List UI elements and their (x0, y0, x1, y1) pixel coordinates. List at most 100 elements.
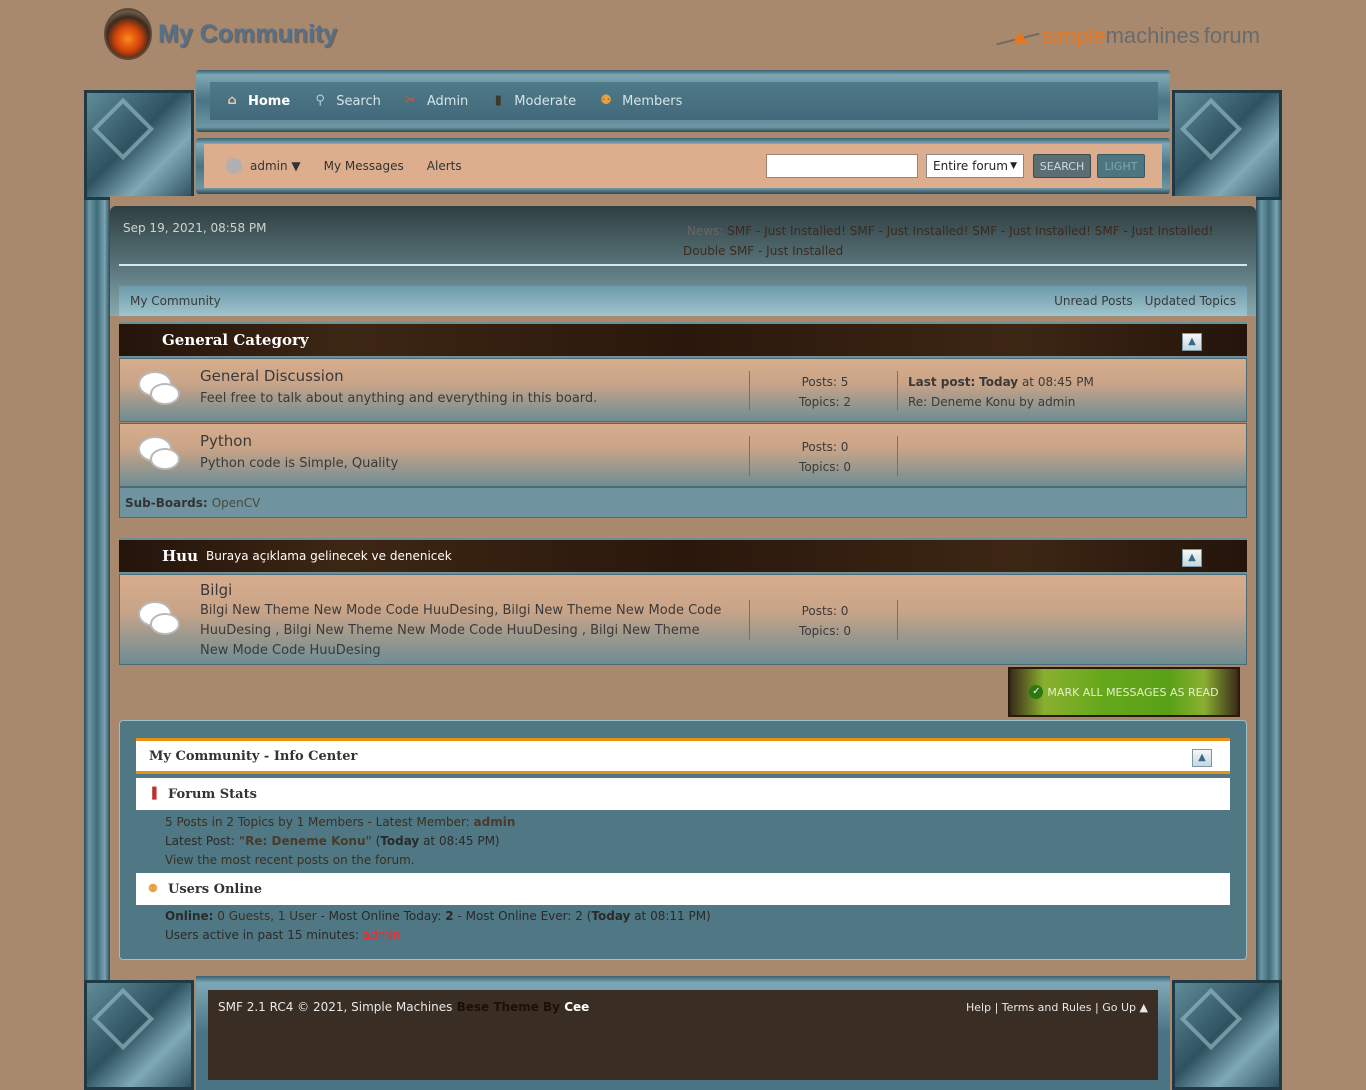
divider (749, 600, 750, 640)
latest-post-line: Latest Post: "Re: Deneme Konu" (Today at… (165, 834, 500, 848)
nav-moderate[interactable]: ▮ Moderate (490, 93, 576, 109)
smf-brand-machines: machines (1105, 23, 1200, 48)
go-up-link[interactable]: Go Up ▲ (1102, 1001, 1148, 1014)
smf-logo[interactable]: simple machines forum (996, 20, 1260, 52)
nav-admin[interactable]: ✂ Admin (403, 93, 468, 109)
smf-arrow-icon (996, 26, 1040, 46)
footer-copyright: SMF 2.1 RC4 © 2021, Simple Machines Bese… (218, 1000, 589, 1014)
forum-stats-title: Forum Stats (168, 786, 257, 802)
updated-topics-link[interactable]: Updated Topics (1145, 294, 1236, 308)
sub-board-link[interactable]: OpenCV (212, 496, 261, 510)
divider (897, 600, 898, 640)
frame-right (1256, 90, 1282, 1090)
board-row: General Discussion Feel free to talk abo… (119, 358, 1247, 422)
board-description: Bilgi New Theme New Mode Code HuuDesing,… (200, 603, 722, 658)
search-scope-select[interactable]: Entire forum ▼ (926, 154, 1024, 178)
board-name[interactable]: General Discussion (200, 367, 344, 385)
stats-summary: 5 Posts in 2 Topics by 1 Members - Lates… (165, 815, 474, 829)
theme-author[interactable]: Cee (564, 1000, 589, 1014)
board-topics: Topics: 0 (799, 624, 851, 638)
recent-posts-link[interactable]: View the most recent posts on the forum. (165, 853, 415, 867)
chevron-down-icon: ▼ (1010, 161, 1017, 171)
most-online-ever-time: at 08:11 PM) (630, 909, 711, 923)
board-topics: Topics: 2 (799, 395, 851, 409)
nav-search-label: Search (336, 93, 381, 109)
board-description: Feel free to talk about anything and eve… (200, 391, 598, 406)
user-menu[interactable]: admin ▼ (226, 158, 301, 174)
active-users-line: Users active in past 15 minutes: admin (165, 928, 400, 942)
users-online-header: ⚉ Users Online (136, 873, 1230, 905)
frame-corner-bottom-left (84, 980, 194, 1090)
breadcrumb-home[interactable]: My Community (130, 294, 221, 308)
sub-boards-label: Sub-Boards: (125, 496, 208, 510)
latest-post-link[interactable]: "Re: Deneme Konu" (239, 834, 372, 848)
my-messages-link[interactable]: My Messages (324, 159, 404, 173)
nav-members-label: Members (622, 93, 683, 109)
users-online-title: Users Online (168, 881, 262, 897)
lantern-icon (104, 8, 152, 60)
alerts-link[interactable]: Alerts (427, 159, 462, 173)
nav-home[interactable]: ⌂ Home (224, 93, 290, 109)
frame-corner-top-left (84, 90, 194, 200)
board-row: Python Python code is Simple, Quality Po… (119, 423, 1247, 487)
category-description: Buraya açıklama gelinecek ve denenicek (205, 549, 452, 563)
nav-search[interactable]: ⚲ Search (312, 93, 381, 109)
forum-title: My Community (158, 19, 338, 48)
board-icon (138, 371, 182, 409)
category-header-general: General Category (119, 322, 1247, 358)
username: admin ▼ (250, 159, 301, 173)
online-count-link[interactable]: 0 Guests, 1 User (213, 909, 316, 923)
divider (119, 264, 1247, 266)
search-icon: ⚲ (315, 93, 325, 108)
board-row: Bilgi Bilgi New Theme New Mode Code HuuD… (119, 574, 1247, 665)
home-icon: ⌂ (227, 93, 237, 108)
active-user-link[interactable]: admin (363, 928, 401, 942)
last-post-topic[interactable]: Re: Deneme Konu by admin (908, 392, 1094, 412)
forum-stats-header: ▐ Forum Stats (136, 778, 1230, 810)
admin-icon: ✂ (405, 93, 417, 108)
nav-members[interactable]: ⚉ Members (598, 93, 682, 109)
nav-admin-label: Admin (426, 93, 469, 109)
board-topics: Topics: 0 (799, 460, 851, 474)
search-button[interactable]: SEARCH (1033, 154, 1091, 178)
board-icon (138, 436, 182, 474)
nav-home-label: Home (248, 93, 291, 109)
category-title[interactable]: General Category (162, 331, 309, 349)
collapse-icon[interactable]: ▲ (1182, 549, 1202, 567)
recent-posts-label: View the most recent posts on the forum. (165, 853, 415, 867)
board-posts: Posts: 0 (801, 440, 849, 454)
copyright-link[interactable]: SMF 2.1 RC4 © 2021, Simple Machines (218, 1000, 452, 1014)
breadcrumb: My Community Unread Posts Updated Topics (119, 286, 1247, 316)
board-stats: Posts: 5 Topics: 2 (760, 372, 890, 412)
mark-all-read-button[interactable]: ✓ MARK ALL MESSAGES AS READ (1008, 667, 1240, 717)
unread-posts-link[interactable]: Unread Posts (1054, 294, 1133, 308)
most-online-ever: - Most Online Ever: 2 ( (453, 909, 592, 923)
footer-links: Help | Terms and Rules | Go Up ▲ (966, 1001, 1148, 1014)
members-icon: ⚉ (600, 93, 612, 108)
board-icon (138, 601, 182, 639)
board-name[interactable]: Python (200, 432, 252, 450)
light-theme-button[interactable]: LIGHT (1097, 154, 1145, 178)
category-title[interactable]: Huu (162, 547, 198, 565)
collapse-icon[interactable]: ▲ (1192, 749, 1212, 767)
divider (749, 436, 750, 476)
category-header-huu: Huu Buraya açıklama gelinecek ve denenic… (119, 538, 1247, 574)
collapse-icon[interactable]: ▲ (1182, 333, 1202, 351)
board-name[interactable]: Bilgi (200, 581, 232, 599)
board-stats: Posts: 0 Topics: 0 (760, 601, 890, 641)
active-users-label: Users active in past 15 minutes: (165, 928, 363, 942)
search-input[interactable] (766, 154, 918, 178)
nav-moderate-label: Moderate (514, 93, 577, 109)
mark-all-read-label: MARK ALL MESSAGES AS READ (1047, 685, 1219, 699)
frame-corner-top-right (1172, 90, 1282, 200)
terms-link[interactable]: Terms and Rules (1002, 1001, 1092, 1014)
frame-corner-bottom-right (1172, 980, 1282, 1090)
news-text: SMF - Just Installed! SMF - Just Install… (683, 224, 1214, 258)
divider (897, 371, 898, 411)
main-menu: ⌂ Home ⚲ Search ✂ Admin ▮ Moderate ⚉ Members (210, 82, 1158, 120)
help-link[interactable]: Help (966, 1001, 991, 1014)
latest-member-link[interactable]: admin (474, 815, 516, 829)
most-online-ever-today: Today (591, 909, 631, 923)
forum-logo[interactable]: My Community (104, 6, 344, 62)
moderate-icon: ▮ (494, 93, 502, 108)
